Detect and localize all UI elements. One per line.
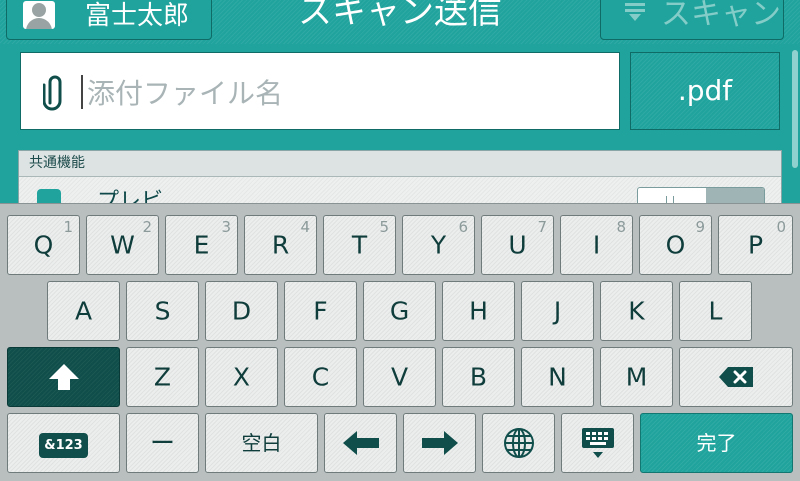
backspace-key[interactable] <box>679 347 793 407</box>
key-a[interactable]: A <box>47 281 120 341</box>
key-v[interactable]: V <box>363 347 436 407</box>
common-features-panel: 共通機能 プレビ <box>18 150 782 210</box>
key-m[interactable]: M <box>600 347 673 407</box>
scan-download-icon <box>625 3 645 21</box>
attachment-name-input[interactable] <box>85 67 609 119</box>
long-vowel-key[interactable]: ー <box>126 413 199 473</box>
keyboard-hide-icon <box>581 428 614 458</box>
done-key[interactable]: 完了 <box>640 413 793 473</box>
key-f[interactable]: F <box>284 281 357 341</box>
globe-icon <box>503 428 534 458</box>
key-s[interactable]: S <box>126 281 199 341</box>
key-l[interactable]: L <box>679 281 752 341</box>
symbols-key-label: &123 <box>39 433 88 458</box>
screen-title: スキャン送信 <box>298 0 502 32</box>
key-b[interactable]: B <box>442 347 515 407</box>
cursor-left-key[interactable] <box>324 413 397 473</box>
text-caret <box>81 75 83 109</box>
key-w[interactable]: W2 <box>86 215 159 275</box>
hide-keyboard-key[interactable] <box>561 413 634 473</box>
key-e[interactable]: E3 <box>165 215 238 275</box>
key-y[interactable]: Y6 <box>402 215 475 275</box>
key-k[interactable]: K <box>600 281 673 341</box>
key-d[interactable]: D <box>205 281 278 341</box>
key-r[interactable]: R4 <box>244 215 317 275</box>
user-button[interactable]: 富士太郎 <box>6 0 212 40</box>
scan-button-label: スキャン <box>661 0 781 32</box>
language-key[interactable] <box>482 413 555 473</box>
key-h[interactable]: H <box>442 281 515 341</box>
key-q[interactable]: Q1 <box>7 215 80 275</box>
file-extension-button[interactable]: .pdf <box>630 52 780 130</box>
shift-key[interactable] <box>7 347 120 407</box>
key-p[interactable]: P0 <box>718 215 793 275</box>
shift-arrow-icon <box>48 364 79 390</box>
key-i[interactable]: I8 <box>560 215 633 275</box>
scan-button[interactable]: スキャン <box>600 0 784 40</box>
symbols-key[interactable]: &123 <box>7 413 120 473</box>
key-j[interactable]: J <box>521 281 594 341</box>
key-t[interactable]: T5 <box>323 215 396 275</box>
key-g[interactable]: G <box>363 281 436 341</box>
user-name: 富士太郎 <box>85 1 190 31</box>
key-n[interactable]: N <box>521 347 594 407</box>
backspace-icon <box>719 367 753 387</box>
paperclip-icon <box>43 75 62 111</box>
key-c[interactable]: C <box>284 347 357 407</box>
panel-heading: 共通機能 <box>19 151 781 177</box>
space-key[interactable]: 空白 <box>205 413 318 473</box>
arrow-right-icon <box>421 431 458 455</box>
scrollbar-thumb[interactable] <box>792 50 798 168</box>
key-x[interactable]: X <box>205 347 278 407</box>
header-bar: 富士太郎 スキャン送信 スキャン <box>0 0 800 44</box>
arrow-left-icon <box>342 431 379 455</box>
key-u[interactable]: U7 <box>481 215 554 275</box>
key-o[interactable]: O9 <box>639 215 712 275</box>
cursor-right-key[interactable] <box>403 413 476 473</box>
soft-keyboard: Q1 W2 E3 R4 T5 Y6 U7 I8 O9 P0 A S D F G … <box>0 203 800 481</box>
avatar-icon <box>23 1 55 29</box>
attachment-name-field[interactable] <box>20 52 620 130</box>
key-z[interactable]: Z <box>126 347 199 407</box>
